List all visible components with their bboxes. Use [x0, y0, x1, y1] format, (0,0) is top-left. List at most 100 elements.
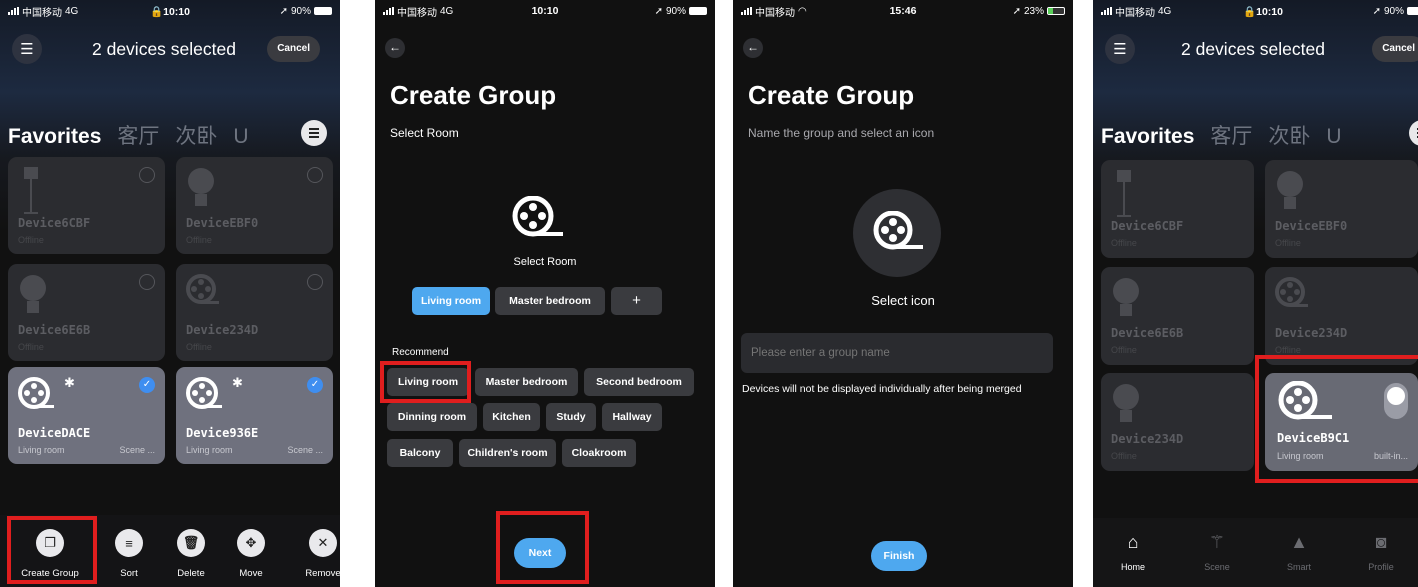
- page-title: 2 devices selected: [92, 38, 236, 59]
- screen-multi-select: 中国移动 4G 🔒10:10 ➚ 90% ☰ 2 devices selected…: [0, 0, 340, 587]
- recommend-chip[interactable]: Study: [546, 403, 596, 431]
- select-checkbox[interactable]: [139, 167, 155, 183]
- tab-bar: ⌂ Home ⚚ Scene ▲ Smart ◙ Profile: [1093, 518, 1418, 587]
- bluetooth-icon: ✱: [64, 375, 75, 390]
- page-title: 2 devices selected: [1181, 38, 1325, 59]
- nav-profile[interactable]: ◙ Profile: [1349, 532, 1413, 572]
- magic-wand-icon: ⚚: [1208, 532, 1226, 552]
- bulb-icon: [1277, 171, 1303, 209]
- move-button[interactable]: ✥ Move: [218, 529, 284, 579]
- tab-u[interactable]: U: [1326, 125, 1341, 149]
- tab-favorites[interactable]: Favorites: [1101, 125, 1194, 149]
- recommend-chip[interactable]: Dinning room: [387, 403, 477, 431]
- select-checkbox-checked[interactable]: ✓: [307, 377, 323, 393]
- room-chip-master-bedroom[interactable]: Master bedroom: [495, 287, 605, 315]
- group-name-input[interactable]: [741, 333, 1053, 373]
- battery-icon: [1407, 7, 1418, 15]
- battery-icon: [689, 7, 707, 15]
- highlight-box: [1255, 355, 1418, 483]
- bulb-icon: [188, 168, 214, 206]
- finish-button[interactable]: Finish: [871, 541, 927, 571]
- location-icon: ➚: [279, 5, 288, 17]
- select-checkbox[interactable]: [307, 167, 323, 183]
- location-icon: ➚: [654, 5, 663, 17]
- location-icon: ➚: [1372, 5, 1381, 17]
- status-bar: 中国移动 4G 10:10 ➚ 90%: [375, 0, 715, 22]
- tab-living-room[interactable]: 客厅: [1210, 120, 1252, 150]
- highlight-box: [380, 361, 471, 403]
- select-checkbox[interactable]: [139, 274, 155, 290]
- nav-home[interactable]: ⌂ Home: [1101, 532, 1165, 572]
- select-checkbox[interactable]: [307, 274, 323, 290]
- cancel-button[interactable]: Cancel: [1372, 36, 1418, 62]
- film-reel-icon: [1275, 277, 1308, 307]
- device-card[interactable]: DeviceEBF0 Offline: [176, 157, 333, 254]
- status-bar: 中国移动 4G 🔒10:10 ➚ 90%: [1093, 0, 1418, 22]
- lock-icon: 🔒: [1243, 5, 1257, 18]
- sort-icon: ≡: [115, 529, 143, 557]
- battery-charging-icon: [1047, 7, 1065, 15]
- screen-select-room: 中国移动 4G 10:10 ➚ 90% ← Create Group Select…: [375, 0, 715, 587]
- sort-button[interactable]: ≡ Sort: [96, 529, 162, 579]
- clock: 10:10: [531, 5, 559, 17]
- location-icon: ➚: [1012, 5, 1021, 17]
- remove-button[interactable]: ✕ Remove: [290, 529, 340, 579]
- rooms-menu-button[interactable]: [301, 120, 327, 146]
- nav-scene[interactable]: ⚚ Scene: [1185, 532, 1249, 572]
- page-title: Create Group: [748, 80, 915, 110]
- device-card[interactable]: Device234D Offline: [1101, 373, 1254, 471]
- device-card[interactable]: Device234D Offline: [176, 264, 333, 361]
- film-reel-icon: [186, 377, 222, 409]
- page-subtitle: Name the group and select an icon: [748, 126, 935, 140]
- tab-living-room[interactable]: 客厅: [117, 120, 159, 150]
- device-card[interactable]: ✱ ✓ Device936E Living room Scene ...: [176, 367, 333, 464]
- device-card[interactable]: Device6E6B Offline: [1101, 267, 1254, 365]
- device-card[interactable]: DeviceEBF0 Offline: [1265, 160, 1418, 258]
- film-reel-icon: [873, 211, 923, 250]
- screen-name-group: 中国移动 ◠ 15:46 ➚ 23% ← Create Group Name th…: [733, 0, 1073, 587]
- bluetooth-icon: ✱: [232, 375, 243, 390]
- recommend-chip[interactable]: Cloakroom: [562, 439, 636, 467]
- room-tabs: Favorites 客厅 次卧 U: [8, 120, 249, 150]
- page-title: Create Group: [390, 80, 557, 110]
- highlight-box: [496, 511, 589, 584]
- clock: 10:10: [1256, 5, 1283, 18]
- merge-note: Devices will not be displayed individual…: [742, 383, 1022, 395]
- icon-caption: Select Room: [513, 256, 577, 268]
- device-card[interactable]: Device6CBF Offline: [1101, 160, 1254, 258]
- recommend-chip[interactable]: Kitchen: [483, 403, 540, 431]
- carrier: 中国移动: [22, 7, 62, 19]
- device-card[interactable]: Device234D Offline: [1265, 267, 1418, 365]
- group-icon-picker[interactable]: [853, 189, 941, 277]
- page-subtitle: Select Room: [390, 126, 459, 140]
- signal-icon: [383, 7, 394, 15]
- select-checkbox-checked[interactable]: ✓: [139, 377, 155, 393]
- device-card[interactable]: Device6CBF Offline: [8, 157, 165, 254]
- room-chip-living-room[interactable]: Living room: [412, 287, 490, 315]
- device-card[interactable]: Device6E6B Offline: [8, 264, 165, 361]
- recommend-chip[interactable]: Hallway: [602, 403, 662, 431]
- tab-favorites[interactable]: Favorites: [8, 125, 101, 149]
- bulb-icon: [20, 275, 46, 313]
- tab-u[interactable]: U: [233, 125, 248, 149]
- recommend-chip[interactable]: Second bedroom: [584, 368, 694, 396]
- recommend-chip[interactable]: Balcony: [387, 439, 453, 467]
- film-reel-icon: [186, 274, 219, 304]
- cancel-button[interactable]: Cancel: [267, 36, 320, 62]
- add-room-button[interactable]: +: [611, 287, 662, 315]
- recommend-chip[interactable]: Master bedroom: [475, 368, 578, 396]
- nav-smart[interactable]: ▲ Smart: [1267, 532, 1331, 572]
- recommend-label: Recommend: [392, 347, 449, 358]
- recommend-chip[interactable]: Children's room: [459, 439, 556, 467]
- back-button[interactable]: ←: [743, 38, 763, 58]
- film-reel-icon[interactable]: [509, 196, 567, 242]
- select-all-icon[interactable]: ☰: [1105, 34, 1135, 64]
- device-card[interactable]: ✱ ✓ DeviceDACE Living room Scene ...: [8, 367, 165, 464]
- move-icon: ✥: [237, 529, 265, 557]
- wifi-icon: ◠: [798, 5, 807, 17]
- tab-second-bedroom[interactable]: 次卧: [175, 120, 217, 150]
- back-button[interactable]: ←: [385, 38, 405, 58]
- delete-button[interactable]: 🗑 Delete: [158, 529, 224, 579]
- tab-second-bedroom[interactable]: 次卧: [1268, 120, 1310, 150]
- select-all-icon[interactable]: ☰: [12, 34, 42, 64]
